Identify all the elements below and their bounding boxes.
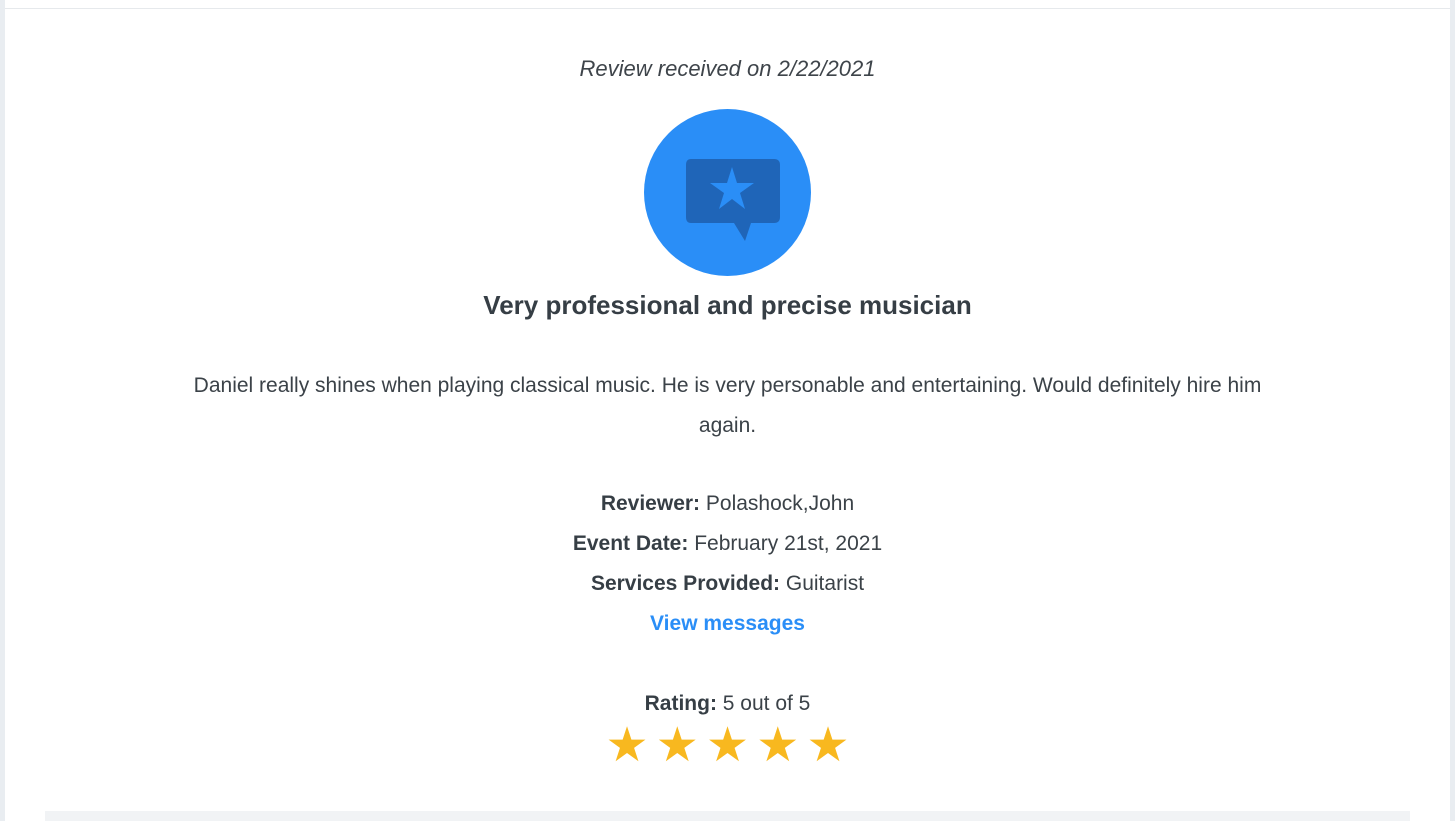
services-row: Services Provided: Guitarist (5, 572, 1450, 596)
reviewer-row: Reviewer: Polashock,John (5, 492, 1450, 516)
star-icon: ★ (756, 719, 800, 772)
rating-row: Rating: 5 out of 5 (5, 692, 1450, 716)
services-label: Services Provided: (590, 572, 781, 595)
review-body: Daniel really shines when playing classi… (193, 374, 1262, 437)
rating-value: 5 out of 5 (722, 692, 811, 715)
review-title: Very professional and precise musician (483, 290, 972, 320)
services-value: Guitarist (785, 572, 865, 595)
view-messages-link[interactable]: View messages (5, 612, 1450, 636)
next-section-bar (45, 811, 1410, 821)
star-icon: ★ (605, 719, 649, 772)
event-date-label: Event Date: (572, 532, 689, 555)
star-icon: ★ (806, 719, 850, 772)
reviewer-label: Reviewer: (600, 492, 701, 515)
review-page: Review received on 2/22/2021 Very profes… (5, 0, 1450, 821)
rating-stars: ★ ★ ★ ★ ★ (605, 722, 850, 772)
reviewer-value: Polashock,John (705, 492, 855, 515)
event-date-row: Event Date: February 21st, 2021 (5, 532, 1450, 556)
speech-bubble-star-icon (686, 159, 780, 241)
review-star-bubble-icon (644, 109, 811, 276)
rating-label: Rating: (644, 692, 717, 715)
star-icon: ★ (655, 719, 699, 772)
star-icon: ★ (705, 719, 750, 772)
event-date-value: February 21st, 2021 (694, 532, 883, 555)
review-received-date: Review received on 2/22/2021 (579, 56, 876, 81)
top-divider (5, 8, 1450, 9)
